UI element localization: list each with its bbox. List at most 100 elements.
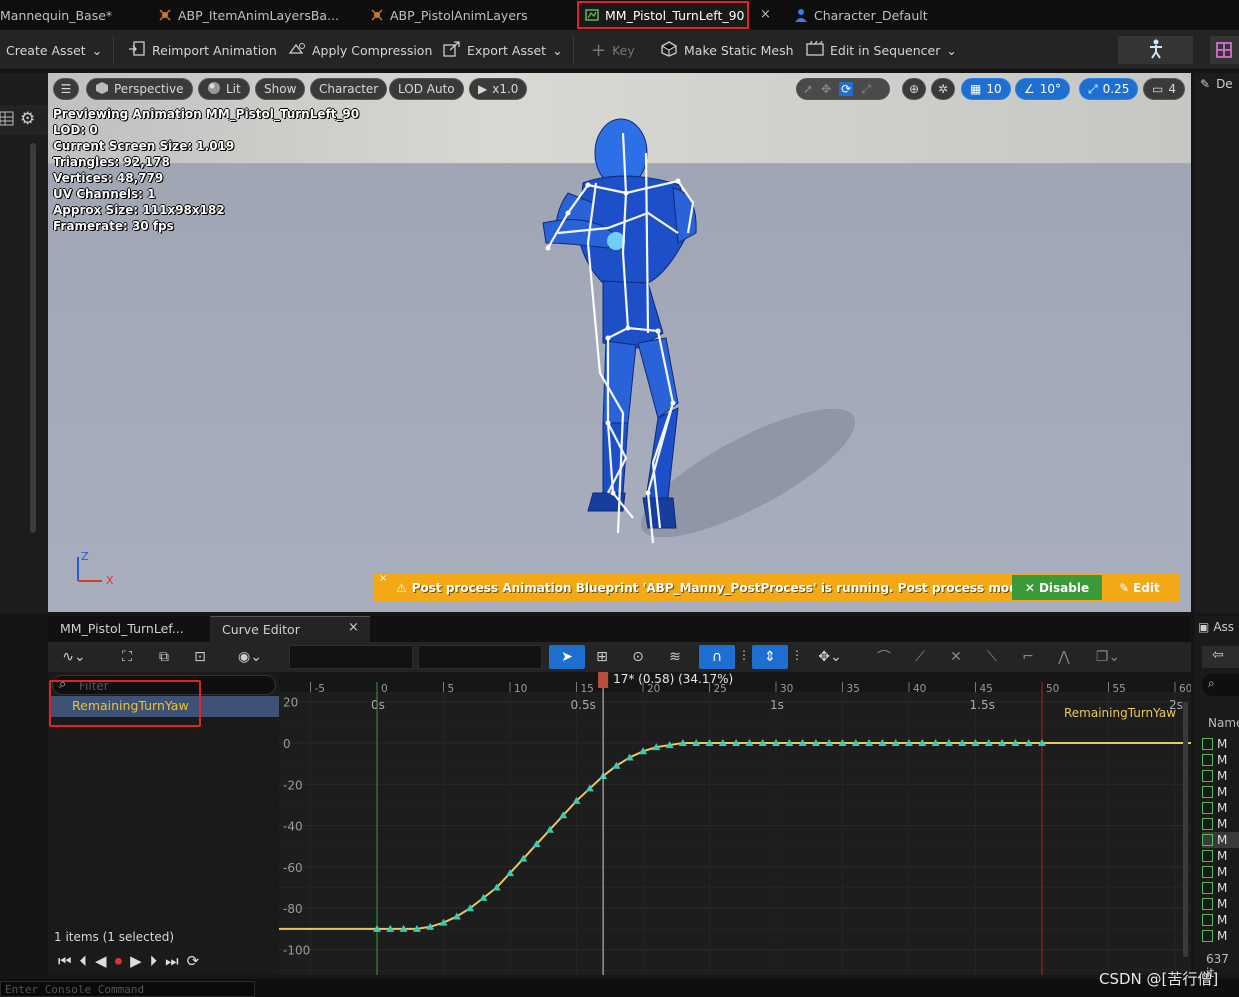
magnet-icon: ∩: [711, 649, 723, 665]
tab-mannequin-base[interactable]: Mannequin_Base*: [0, 0, 112, 30]
skeleton-mode-button[interactable]: [1118, 36, 1193, 64]
scale-snap-button[interactable]: ⤢ 0.25: [1079, 78, 1139, 100]
translate-icon[interactable]: ✥: [821, 82, 831, 96]
viewport-options-button[interactable]: ☰: [53, 78, 79, 100]
local-space-button[interactable]: ⊕: [902, 78, 926, 100]
asset-browser-tab[interactable]: ▣ Ass: [1198, 620, 1234, 634]
tab-curve-editor[interactable]: Curve Editor: [210, 616, 370, 644]
camera-speed-button[interactable]: ▭ 4: [1143, 78, 1185, 100]
perspective-button[interactable]: Perspective: [86, 78, 193, 100]
back-button[interactable]: ⇦: [1202, 646, 1239, 668]
make-static-mesh-button[interactable]: Make Static Mesh: [660, 38, 794, 62]
select-arrow-icon[interactable]: ➚: [803, 82, 813, 96]
dismiss-icon[interactable]: ×: [379, 573, 387, 584]
play-rate-button[interactable]: ▶ x1.0: [469, 78, 528, 100]
frame-vertical-button[interactable]: ⊡: [187, 645, 213, 669]
mesh-mode-button[interactable]: [1210, 36, 1239, 64]
key-time-field[interactable]: [289, 645, 413, 669]
frame-horizontal-button[interactable]: ⧉: [151, 645, 177, 669]
asset-row[interactable]: M: [1202, 736, 1239, 752]
grid-view-icon[interactable]: [0, 111, 14, 130]
surface-snap-button[interactable]: ✲: [931, 78, 955, 100]
tab-animation-timeline[interactable]: MM_Pistol_TurnLef...: [48, 616, 208, 644]
tangent-weighted-button[interactable]: ⋀: [1051, 645, 1077, 669]
tab-abp-pistol-anim-layers[interactable]: ABP_PistolAnimLayers: [370, 0, 528, 30]
tangent-constant-button[interactable]: ⌐: [1015, 645, 1041, 669]
select-tool-button[interactable]: ➤: [549, 645, 585, 669]
close-curve-editor-button[interactable]: ×: [348, 620, 359, 635]
asset-row[interactable]: M: [1202, 848, 1239, 864]
curve-line[interactable]: [279, 742, 1191, 930]
snap-value-button[interactable]: ⇕: [752, 645, 788, 669]
curve-view-mode-button[interactable]: ∿⌄: [54, 645, 94, 669]
axis-snap-button[interactable]: ✥⌄: [811, 645, 849, 669]
play-reverse-icon[interactable]: ◀: [95, 952, 107, 970]
tab-close-button[interactable]: ×: [760, 0, 771, 30]
scrollbar[interactable]: [30, 143, 36, 533]
snap-time-button[interactable]: ∩: [699, 645, 735, 669]
rotate-icon[interactable]: ⟳: [839, 82, 854, 96]
asset-row[interactable]: M: [1202, 784, 1239, 800]
apply-compression-button[interactable]: Apply Compression: [288, 38, 432, 62]
lod-button[interactable]: LOD Auto: [389, 78, 464, 100]
asset-row[interactable]: M: [1202, 752, 1239, 768]
preview-viewport[interactable]: ☰ Perspective Lit Show Character LOD Aut…: [48, 73, 1191, 612]
scale-icon[interactable]: ⤢: [861, 82, 871, 97]
show-button[interactable]: Show: [255, 78, 306, 100]
tab-abp-item-anim-layers[interactable]: ABP_ItemAnimLayersBa...: [158, 0, 339, 30]
character-button[interactable]: Character: [310, 78, 388, 100]
asset-row[interactable]: M: [1202, 928, 1239, 944]
frame-selection-button[interactable]: ⛶: [114, 645, 140, 669]
asset-row[interactable]: M: [1202, 816, 1239, 832]
asset-row[interactable]: M: [1202, 912, 1239, 928]
playhead-handle[interactable]: [598, 672, 609, 688]
key-value-field[interactable]: [418, 645, 542, 669]
curve-key[interactable]: [612, 761, 621, 769]
frame-icon: ⛶: [122, 649, 132, 665]
skip-to-start-icon[interactable]: ⏮: [58, 952, 72, 970]
asset-row[interactable]: M: [1202, 864, 1239, 880]
scrollbar[interactable]: [1183, 702, 1188, 957]
visibility-button[interactable]: ◉⌄: [230, 645, 270, 669]
record-icon[interactable]: ⏺: [115, 952, 123, 970]
curve-graph[interactable]: -5 0 5 10 15 20 25 30 35 40 45 50 55 60 0s 0.5s 1s 1.5s 2s…: [279, 672, 1191, 975]
edit-in-sequencer-button[interactable]: Edit in Sequencer ⌄: [806, 38, 957, 62]
angle-snap-button[interactable]: ∠ 10°: [1015, 78, 1071, 100]
console-input[interactable]: Enter Console Command: [0, 981, 255, 997]
key-button[interactable]: + Key: [591, 38, 635, 62]
play-forward-icon[interactable]: ▶: [130, 952, 142, 970]
multi-scale-tool-button[interactable]: ≋: [662, 645, 688, 669]
step-back-icon[interactable]: ⏴: [80, 952, 88, 970]
edit-button[interactable]: ✎ Edit: [1119, 575, 1174, 600]
tab-mm-pistol-turnleft-90[interactable]: MM_Pistol_TurnLeft_90: [577, 1, 749, 29]
tangent-user-button[interactable]: ⟋: [907, 645, 933, 669]
snap-value-options[interactable]: ⋮: [791, 648, 803, 662]
loop-icon[interactable]: ⟳: [187, 952, 200, 970]
curve-options-button[interactable]: ❐⌄: [1088, 645, 1128, 669]
disable-button[interactable]: ✕ Disable: [1012, 575, 1102, 600]
lit-button[interactable]: Lit: [198, 78, 250, 100]
asset-row[interactable]: M: [1202, 768, 1239, 784]
asset-search-input[interactable]: ⌕: [1202, 674, 1239, 696]
retime-tool-button[interactable]: ⊙: [625, 645, 651, 669]
asset-row[interactable]: M: [1202, 896, 1239, 912]
curve-key[interactable]: [452, 912, 461, 920]
tab-character-default[interactable]: Character_Default: [794, 0, 928, 30]
details-tab[interactable]: ✎ De: [1200, 77, 1233, 91]
skip-to-end-icon[interactable]: ⏭: [165, 952, 179, 970]
tangent-break-button[interactable]: ✕: [943, 645, 969, 669]
reimport-animation-button[interactable]: Reimport Animation: [128, 38, 277, 62]
snap-time-options[interactable]: ⋮: [738, 648, 750, 662]
grid-snap-button[interactable]: ▦ 10: [961, 78, 1011, 100]
tangent-linear-button[interactable]: ⟍: [979, 645, 1005, 669]
step-forward-icon[interactable]: ⏵: [150, 952, 158, 970]
asset-row[interactable]: M: [1202, 832, 1239, 848]
asset-row[interactable]: M: [1202, 880, 1239, 896]
transform-tool-button[interactable]: ⊞: [589, 645, 615, 669]
tangent-auto-button[interactable]: ⌒: [871, 645, 897, 669]
curve-graph-canvas[interactable]: -5 0 5 10 15 20 25 30 35 40 45 50 55 600s 0.5s 1s 1.5s 2s…: [279, 672, 1191, 975]
asset-row[interactable]: M: [1202, 800, 1239, 816]
settings-gear-icon[interactable]: ⚙: [20, 109, 35, 129]
create-asset-button[interactable]: Create Asset ⌄: [6, 38, 102, 62]
export-asset-button[interactable]: Export Asset ⌄: [443, 38, 563, 62]
